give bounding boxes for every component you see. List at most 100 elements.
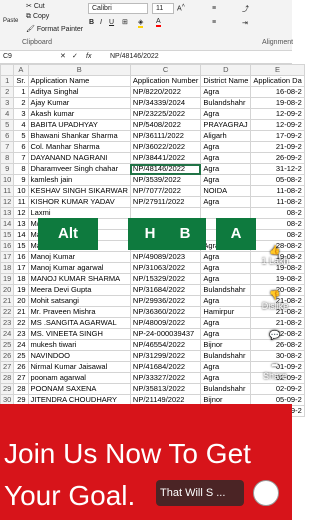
cell-district[interactable]: Agra	[200, 251, 252, 263]
cell-name[interactable]: kamlesh jain	[27, 174, 131, 186]
cell-district[interactable]: Aligarh	[200, 130, 252, 142]
cell-district[interactable]: PRAYAGRAJ	[200, 119, 252, 131]
row-number[interactable]: 10	[0, 174, 15, 186]
cell-sr[interactable]: 23	[13, 328, 29, 340]
bold-button[interactable]: B	[89, 19, 94, 26]
cell-sr[interactable]: 4	[13, 119, 29, 131]
row-number[interactable]: 27	[0, 361, 15, 373]
share-button[interactable]: ➦ Share	[260, 360, 290, 381]
cell-sr[interactable]: 27	[13, 372, 29, 384]
borders-button[interactable]: ⊞	[122, 18, 128, 26]
row-number[interactable]: 4	[0, 108, 15, 120]
cell-sr[interactable]: 14	[13, 229, 29, 241]
row-number[interactable]: 15	[0, 229, 15, 241]
row-number[interactable]: 18	[0, 262, 15, 274]
cell-district[interactable]	[200, 207, 252, 219]
cell-name[interactable]: KESHAV SINGH SIKARWAR	[27, 185, 131, 197]
channel-avatar[interactable]	[253, 480, 279, 506]
like-button[interactable]: 👍 1 Lakh	[260, 245, 290, 266]
cell-date[interactable]: 08-2	[250, 229, 305, 241]
align-top-icon[interactable]: ≡	[212, 5, 216, 12]
row-number[interactable]: 23	[0, 317, 15, 329]
indent-icon[interactable]: ⇥	[242, 19, 248, 27]
column-header-e[interactable]: E	[250, 64, 305, 76]
font-color-button[interactable]: A	[156, 18, 161, 27]
cell-app-number[interactable]: NP/46554/2022	[129, 339, 202, 351]
cell-district[interactable]: Bulandshahr	[200, 97, 252, 109]
cell-sr[interactable]: 12	[13, 207, 29, 219]
cell-app-number[interactable]: NP/49089/2023	[129, 251, 202, 263]
cell-date[interactable]: 12-09-2	[250, 119, 305, 131]
column-header-c[interactable]: C	[129, 64, 202, 76]
cell-sr[interactable]: 18	[13, 273, 29, 285]
cell-app-number[interactable]: NP/31299/2022	[129, 350, 202, 362]
row-number[interactable]: 12	[0, 196, 15, 208]
cell-date[interactable]: 26-08-2	[250, 339, 305, 351]
cell-name[interactable]: Manoj Kumar	[27, 251, 131, 263]
row-number[interactable]: 20	[0, 284, 15, 296]
underline-button[interactable]: U	[109, 19, 114, 26]
cell-sr[interactable]: 5	[13, 130, 29, 142]
cell-sr[interactable]: 28	[13, 383, 29, 395]
cell-name[interactable]: mukesh tiwari	[27, 339, 131, 351]
cell-date[interactable]: 08-2	[250, 218, 305, 230]
comment-button[interactable]: 💬	[260, 330, 290, 341]
cell-sr[interactable]: 11	[13, 196, 29, 208]
cell-date[interactable]: 19-08-2	[250, 273, 305, 285]
cell-app-number[interactable]: NP/23225/2022	[129, 108, 202, 120]
cell-app-number[interactable]: NP/3539/2022	[129, 174, 202, 186]
cell-app-number[interactable]: NP/7077/2022	[129, 185, 202, 197]
fill-color-button[interactable]: ◈	[138, 18, 144, 28]
cell-name[interactable]: NAVINDOO	[27, 350, 131, 362]
format-painter-button[interactable]: 🖌 Format Painter	[26, 25, 83, 33]
cell-district[interactable]: Hamirpur	[200, 306, 252, 318]
cell-name[interactable]: Aditya Singhal	[27, 86, 131, 98]
cell-district[interactable]: Agra	[200, 108, 252, 120]
cell-district[interactable]: Agra	[200, 295, 252, 307]
cell-district[interactable]: Agra	[200, 141, 252, 153]
cell-district[interactable]: Agra	[200, 273, 252, 285]
cell-name[interactable]: Mr. Praveen Mishra	[27, 306, 131, 318]
cell-app-number[interactable]: NP/48146/2022	[129, 163, 202, 175]
row-number[interactable]: 28	[0, 372, 15, 384]
cell-name[interactable]: Nirmal Kumar Jaisawal	[27, 361, 131, 373]
column-header-a[interactable]: A	[13, 64, 29, 76]
copy-button[interactable]: ⧉ Copy	[26, 13, 49, 21]
cell-district[interactable]: Agra	[200, 262, 252, 274]
cell-district[interactable]: Agra	[200, 163, 252, 175]
cell-name[interactable]: KISHOR KUMAR YADAV	[27, 196, 131, 208]
cell-date[interactable]: 08-2	[250, 207, 305, 219]
cell-app-number[interactable]: NP/41684/2022	[129, 361, 202, 373]
row-number[interactable]: 2	[0, 86, 15, 98]
cell-sr[interactable]: 1	[13, 86, 29, 98]
cell-name[interactable]: Meera Devi Gupta	[27, 284, 131, 296]
row-number[interactable]: 19	[0, 273, 15, 285]
cell-name[interactable]: Bhawani Shankar Sharma	[27, 130, 131, 142]
row-number[interactable]: 7	[0, 141, 15, 153]
cell-sr[interactable]: 2	[13, 97, 29, 109]
font-size-select[interactable]: 11	[152, 3, 174, 14]
row-number[interactable]: 3	[0, 97, 15, 109]
header-cell[interactable]: District Name	[200, 75, 252, 87]
align-left-icon[interactable]: ≡	[212, 19, 216, 26]
cell-app-number[interactable]: NP/31063/2022	[129, 262, 202, 274]
confirm-entry-icon[interactable]: ✓	[72, 51, 78, 63]
header-cell[interactable]: Application Da	[250, 75, 305, 87]
column-header-b[interactable]: B	[27, 64, 131, 76]
cell-date[interactable]: 26-09-2	[250, 152, 305, 164]
cell-date[interactable]: 19-08-2	[250, 97, 305, 109]
row-number[interactable]: 6	[0, 130, 15, 142]
cell-name[interactable]: Dharamveer Singh chahar	[27, 163, 131, 175]
cell-app-number[interactable]: NP/31684/2022	[129, 284, 202, 296]
cell-name[interactable]: MANOJ KUMAR SHARMA	[27, 273, 131, 285]
cell-name[interactable]: Laxmi	[27, 207, 131, 219]
cell-name[interactable]: Col. Manhar Sharma	[27, 141, 131, 153]
header-cell[interactable]: Application Name	[27, 75, 131, 87]
row-number[interactable]: 22	[0, 306, 15, 318]
name-box[interactable]: C9	[3, 51, 33, 63]
cell-sr[interactable]: 26	[13, 361, 29, 373]
row-number[interactable]: 26	[0, 350, 15, 362]
font-name-select[interactable]: Calibri	[88, 3, 148, 14]
cell-sr[interactable]: 10	[13, 185, 29, 197]
cell-district[interactable]: Bulandshahr	[200, 383, 252, 395]
